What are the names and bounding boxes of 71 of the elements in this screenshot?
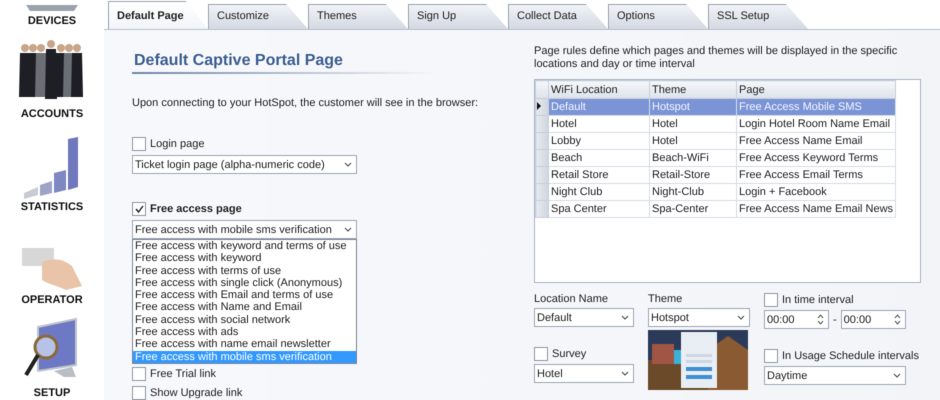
tab[interactable]: SSL Setup [708, 4, 808, 29]
table-cell[interactable]: Retail Store [548, 166, 650, 184]
range-separator: - [833, 314, 837, 326]
checkbox-label: Free access page [150, 203, 242, 215]
table-cell[interactable]: Login Hotel Room Name Email [736, 116, 896, 132]
intro-text: Upon connecting to your HotSpot, the customer will see in the browser: [132, 97, 480, 109]
table-cell[interactable]: Free Access Name Email [736, 132, 896, 150]
table-cell[interactable]: Login + Facebook [736, 184, 896, 200]
free-access-select[interactable]: Free access with mobile sms verification [132, 220, 357, 239]
field-label: Theme [648, 293, 684, 305]
tab[interactable]: Themes [308, 4, 408, 29]
location-select[interactable]: Default [534, 308, 634, 327]
checkbox[interactable] [132, 202, 146, 216]
sidebar-label[interactable]: DEVICES [28, 15, 76, 27]
table-cell[interactable]: Hotel [650, 116, 736, 132]
caret-icon [893, 373, 901, 378]
caret-icon [621, 371, 629, 376]
column-header[interactable]: WiFi Location [548, 80, 650, 98]
caret-icon [344, 227, 352, 232]
time-field[interactable]: 00:00 [764, 310, 829, 329]
tab[interactable]: Collect Data [508, 4, 608, 29]
tab[interactable]: Sign Up [408, 4, 508, 29]
column-header[interactable]: Page [736, 80, 896, 98]
checkbox[interactable] [534, 347, 548, 361]
sidebar-label[interactable]: OPERATOR [21, 294, 83, 306]
sidebar-label[interactable]: STATISTICS [20, 201, 84, 213]
tab[interactable]: Options [608, 4, 708, 29]
table-cell[interactable]: Beach-WiFi [650, 150, 736, 166]
caret-icon [621, 315, 629, 320]
table-cell[interactable]: Night-Club [650, 184, 736, 200]
table-cell[interactable]: Beach [548, 150, 650, 166]
hand-holding-card-icon[interactable] [20, 246, 84, 292]
table-cell[interactable]: Hotel [650, 132, 736, 150]
caret-icon [737, 315, 745, 320]
checkbox[interactable] [132, 137, 146, 151]
login-page-select[interactable]: Ticket login page (alpha-numeric code) [132, 155, 357, 174]
table-cell[interactable]: Spa-Center [650, 200, 736, 218]
checkbox-label: Free Trial link [150, 368, 216, 380]
checkbox[interactable] [764, 293, 778, 307]
sidebar-label[interactable]: ACCOUNTS [20, 108, 84, 120]
tab[interactable]: Default Page [108, 1, 208, 29]
schedule-select[interactable]: Daytime [764, 366, 906, 385]
time-field[interactable]: 00:00 [840, 310, 906, 329]
spinner-arrows-icon[interactable] [894, 314, 901, 325]
tab[interactable]: Customize [208, 4, 308, 29]
table-cell[interactable]: Spa Center [548, 200, 650, 218]
survey-select[interactable]: Hotel [534, 364, 634, 383]
description-text: Page rules define which pages and themes will be displayed in the specific locations and day or time interval [534, 45, 898, 71]
table-cell[interactable]: Free Access Email Terms [736, 166, 896, 184]
checkbox-label: Login page [150, 138, 204, 150]
check-icon [134, 205, 144, 213]
sidebar-label[interactable]: SETUP [34, 387, 70, 399]
caret-icon [344, 162, 352, 167]
table-cell[interactable]: Free Access Name Email News [736, 200, 896, 218]
spinner-arrows-icon[interactable] [817, 314, 824, 325]
section-heading: Default Captive Portal Page [132, 52, 434, 74]
theme-select[interactable]: Hotspot [648, 308, 750, 327]
checkbox[interactable] [132, 386, 146, 400]
field-label: Location Name [534, 293, 609, 305]
table-cell[interactable]: Retail-Store [650, 166, 736, 184]
table-cell[interactable]: Night Club [548, 184, 650, 200]
column-header[interactable]: Theme [650, 80, 736, 98]
table-cell[interactable]: Free Access Keyword Terms [736, 150, 896, 166]
table-cell[interactable]: Lobby [548, 132, 650, 150]
checkbox[interactable] [132, 367, 146, 381]
checkbox-label: In time interval [782, 294, 854, 306]
checkbox-label: Survey [552, 348, 586, 360]
checkbox-label: In Usage Schedule intervals [782, 350, 919, 362]
checkbox[interactable] [764, 349, 778, 363]
checkbox-label: Show Upgrade link [150, 387, 242, 399]
table-cell[interactable]: Hotel [548, 116, 650, 132]
